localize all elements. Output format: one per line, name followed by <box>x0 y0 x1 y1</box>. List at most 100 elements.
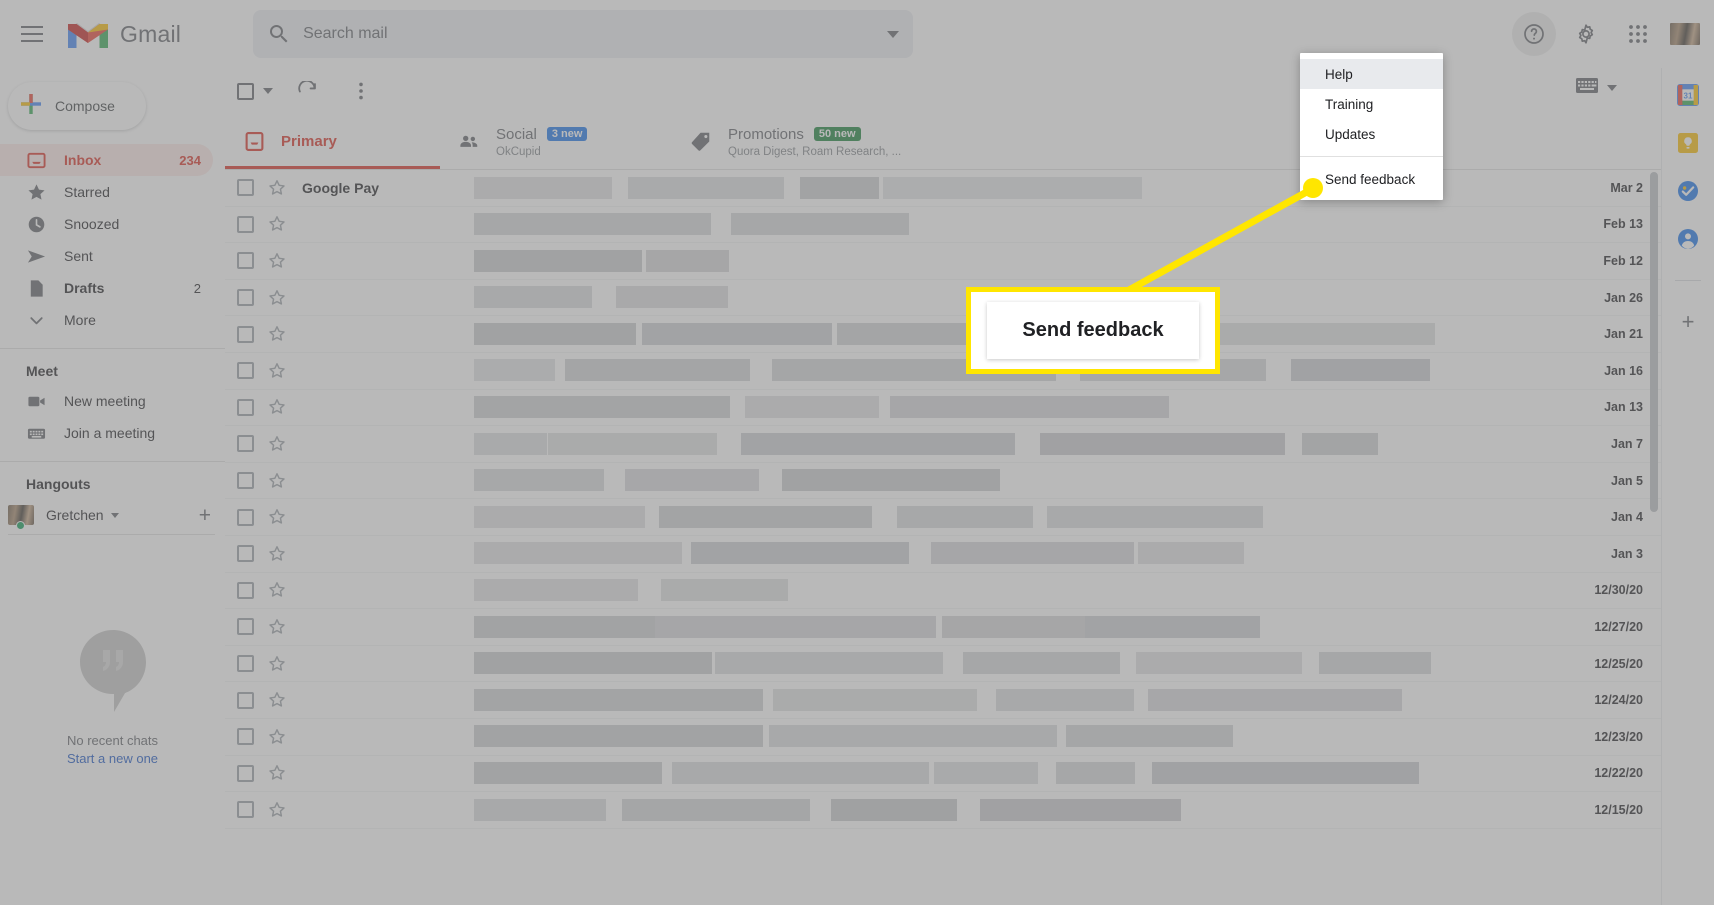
add-app-plus-icon[interactable]: + <box>1682 311 1695 333</box>
select-all-checkbox[interactable] <box>237 82 273 100</box>
more-options-button[interactable] <box>341 71 381 111</box>
star-icon[interactable] <box>268 655 286 673</box>
table-row[interactable]: Jan 13 <box>225 390 1661 427</box>
row-checkbox[interactable] <box>237 508 254 526</box>
star-icon[interactable] <box>268 435 286 453</box>
email-date: Jan 4 <box>1611 510 1643 525</box>
table-row[interactable]: 12/25/20 <box>225 646 1661 683</box>
row-checkbox[interactable] <box>237 215 254 233</box>
sidebar-item-snoozed[interactable]: Snoozed <box>0 208 213 240</box>
tab-promotions[interactable]: Promotions 50 new Quora Digest, Roam Res… <box>672 114 932 169</box>
star-icon[interactable] <box>268 581 286 599</box>
account-avatar[interactable] <box>1668 21 1702 47</box>
list-scrollbar[interactable] <box>1650 172 1658 512</box>
gear-icon[interactable] <box>1564 12 1608 56</box>
table-row[interactable]: Jan 16 <box>225 353 1661 390</box>
table-row[interactable]: 12/15/20 <box>225 792 1661 829</box>
table-row[interactable]: Jan 21 <box>225 316 1661 353</box>
refresh-button[interactable] <box>287 71 327 111</box>
row-checkbox[interactable] <box>237 179 254 197</box>
apps-grid-icon[interactable] <box>1616 12 1660 56</box>
table-row[interactable]: Feb 13 <box>225 207 1661 244</box>
row-checkbox[interactable] <box>237 362 254 380</box>
input-tools-selector[interactable] <box>1576 78 1617 98</box>
star-icon[interactable] <box>268 252 286 270</box>
search-bar[interactable] <box>253 10 914 58</box>
search-input[interactable] <box>303 25 880 43</box>
star-icon[interactable] <box>268 691 286 709</box>
row-checkbox[interactable] <box>237 728 254 746</box>
menu-item-help[interactable]: Help <box>1300 59 1443 89</box>
sidebar-item-join-meeting[interactable]: Join a meeting <box>0 417 213 449</box>
row-checkbox[interactable] <box>237 581 254 599</box>
hamburger-menu-icon[interactable] <box>8 10 56 58</box>
star-icon[interactable] <box>268 289 286 307</box>
row-checkbox[interactable] <box>237 398 254 416</box>
tab-social[interactable]: Social 3 new OkCupid <box>440 114 672 169</box>
chevron-down-icon[interactable] <box>1607 85 1617 91</box>
email-date: 12/22/20 <box>1594 766 1643 781</box>
table-row[interactable]: Jan 5 <box>225 463 1661 500</box>
tab-label: Promotions <box>728 125 804 143</box>
menu-item-updates[interactable]: Updates <box>1300 119 1443 149</box>
google-keep-icon[interactable] <box>1677 132 1699 154</box>
sidebar-item-more[interactable]: More <box>0 304 213 336</box>
star-icon[interactable] <box>268 801 286 819</box>
row-checkbox[interactable] <box>237 435 254 453</box>
sidebar-item-new-meeting[interactable]: New meeting <box>0 385 213 417</box>
tab-primary[interactable]: Primary <box>225 114 440 169</box>
compose-button[interactable]: Compose <box>8 82 146 130</box>
row-checkbox[interactable] <box>237 618 254 636</box>
search-options-chevron-down-icon[interactable] <box>887 30 900 38</box>
row-checkbox[interactable] <box>237 655 254 673</box>
table-row[interactable]: 12/27/20 <box>225 609 1661 646</box>
sidebar-nav-list: Inbox 234 Starred Snoozed Sent Drafts 2 … <box>0 144 225 336</box>
star-icon[interactable] <box>268 215 286 233</box>
row-checkbox[interactable] <box>237 472 254 490</box>
row-checkbox[interactable] <box>237 764 254 782</box>
google-calendar-icon[interactable]: 31 <box>1677 84 1699 106</box>
row-checkbox[interactable] <box>237 691 254 709</box>
table-row[interactable]: Feb 12 <box>225 243 1661 280</box>
table-row[interactable]: 12/24/20 <box>225 682 1661 719</box>
sidebar-item-starred[interactable]: Starred <box>0 176 213 208</box>
gmail-brand[interactable]: Gmail <box>66 17 181 51</box>
chevron-down-icon[interactable] <box>263 88 273 94</box>
sidebar-item-label: Starred <box>64 184 110 200</box>
google-tasks-icon[interactable] <box>1677 180 1699 202</box>
row-checkbox[interactable] <box>237 801 254 819</box>
sidebar-item-inbox[interactable]: Inbox 234 <box>0 144 213 176</box>
table-row[interactable]: Jan 3 <box>225 536 1661 573</box>
table-row[interactable]: Jan 26 <box>225 280 1661 317</box>
star-icon[interactable] <box>268 362 286 380</box>
table-row[interactable]: 12/22/20 <box>225 756 1661 793</box>
sidebar-item-sent[interactable]: Sent <box>0 240 213 272</box>
menu-item-training[interactable]: Training <box>1300 89 1443 119</box>
sidebar-item-drafts[interactable]: Drafts 2 <box>0 272 213 304</box>
help-circle-icon[interactable] <box>1512 12 1556 56</box>
chevron-down-icon[interactable] <box>110 512 119 518</box>
hangouts-user-row[interactable]: Gretchen + <box>0 498 225 532</box>
plus-icon[interactable]: + <box>199 505 211 526</box>
row-checkbox[interactable] <box>237 325 254 343</box>
star-icon[interactable] <box>268 472 286 490</box>
star-icon[interactable] <box>268 508 286 526</box>
star-icon[interactable] <box>268 179 286 197</box>
table-row[interactable]: 12/23/20 <box>225 719 1661 756</box>
star-icon[interactable] <box>268 545 286 563</box>
table-row[interactable]: Jan 4 <box>225 499 1661 536</box>
row-checkbox[interactable] <box>237 252 254 270</box>
table-row[interactable]: 12/30/20 <box>225 573 1661 610</box>
star-icon[interactable] <box>268 728 286 746</box>
star-icon[interactable] <box>268 325 286 343</box>
table-row[interactable]: Jan 7 <box>225 426 1661 463</box>
star-icon[interactable] <box>268 618 286 636</box>
star-icon[interactable] <box>268 398 286 416</box>
row-checkbox[interactable] <box>237 545 254 563</box>
send-icon <box>26 246 46 266</box>
star-icon[interactable] <box>268 764 286 782</box>
hangouts-start-new-link[interactable]: Start a new one <box>67 751 158 766</box>
table-row[interactable]: Google Pay Mar 2 <box>225 170 1661 207</box>
row-checkbox[interactable] <box>237 289 254 307</box>
google-contacts-icon[interactable] <box>1677 228 1699 250</box>
